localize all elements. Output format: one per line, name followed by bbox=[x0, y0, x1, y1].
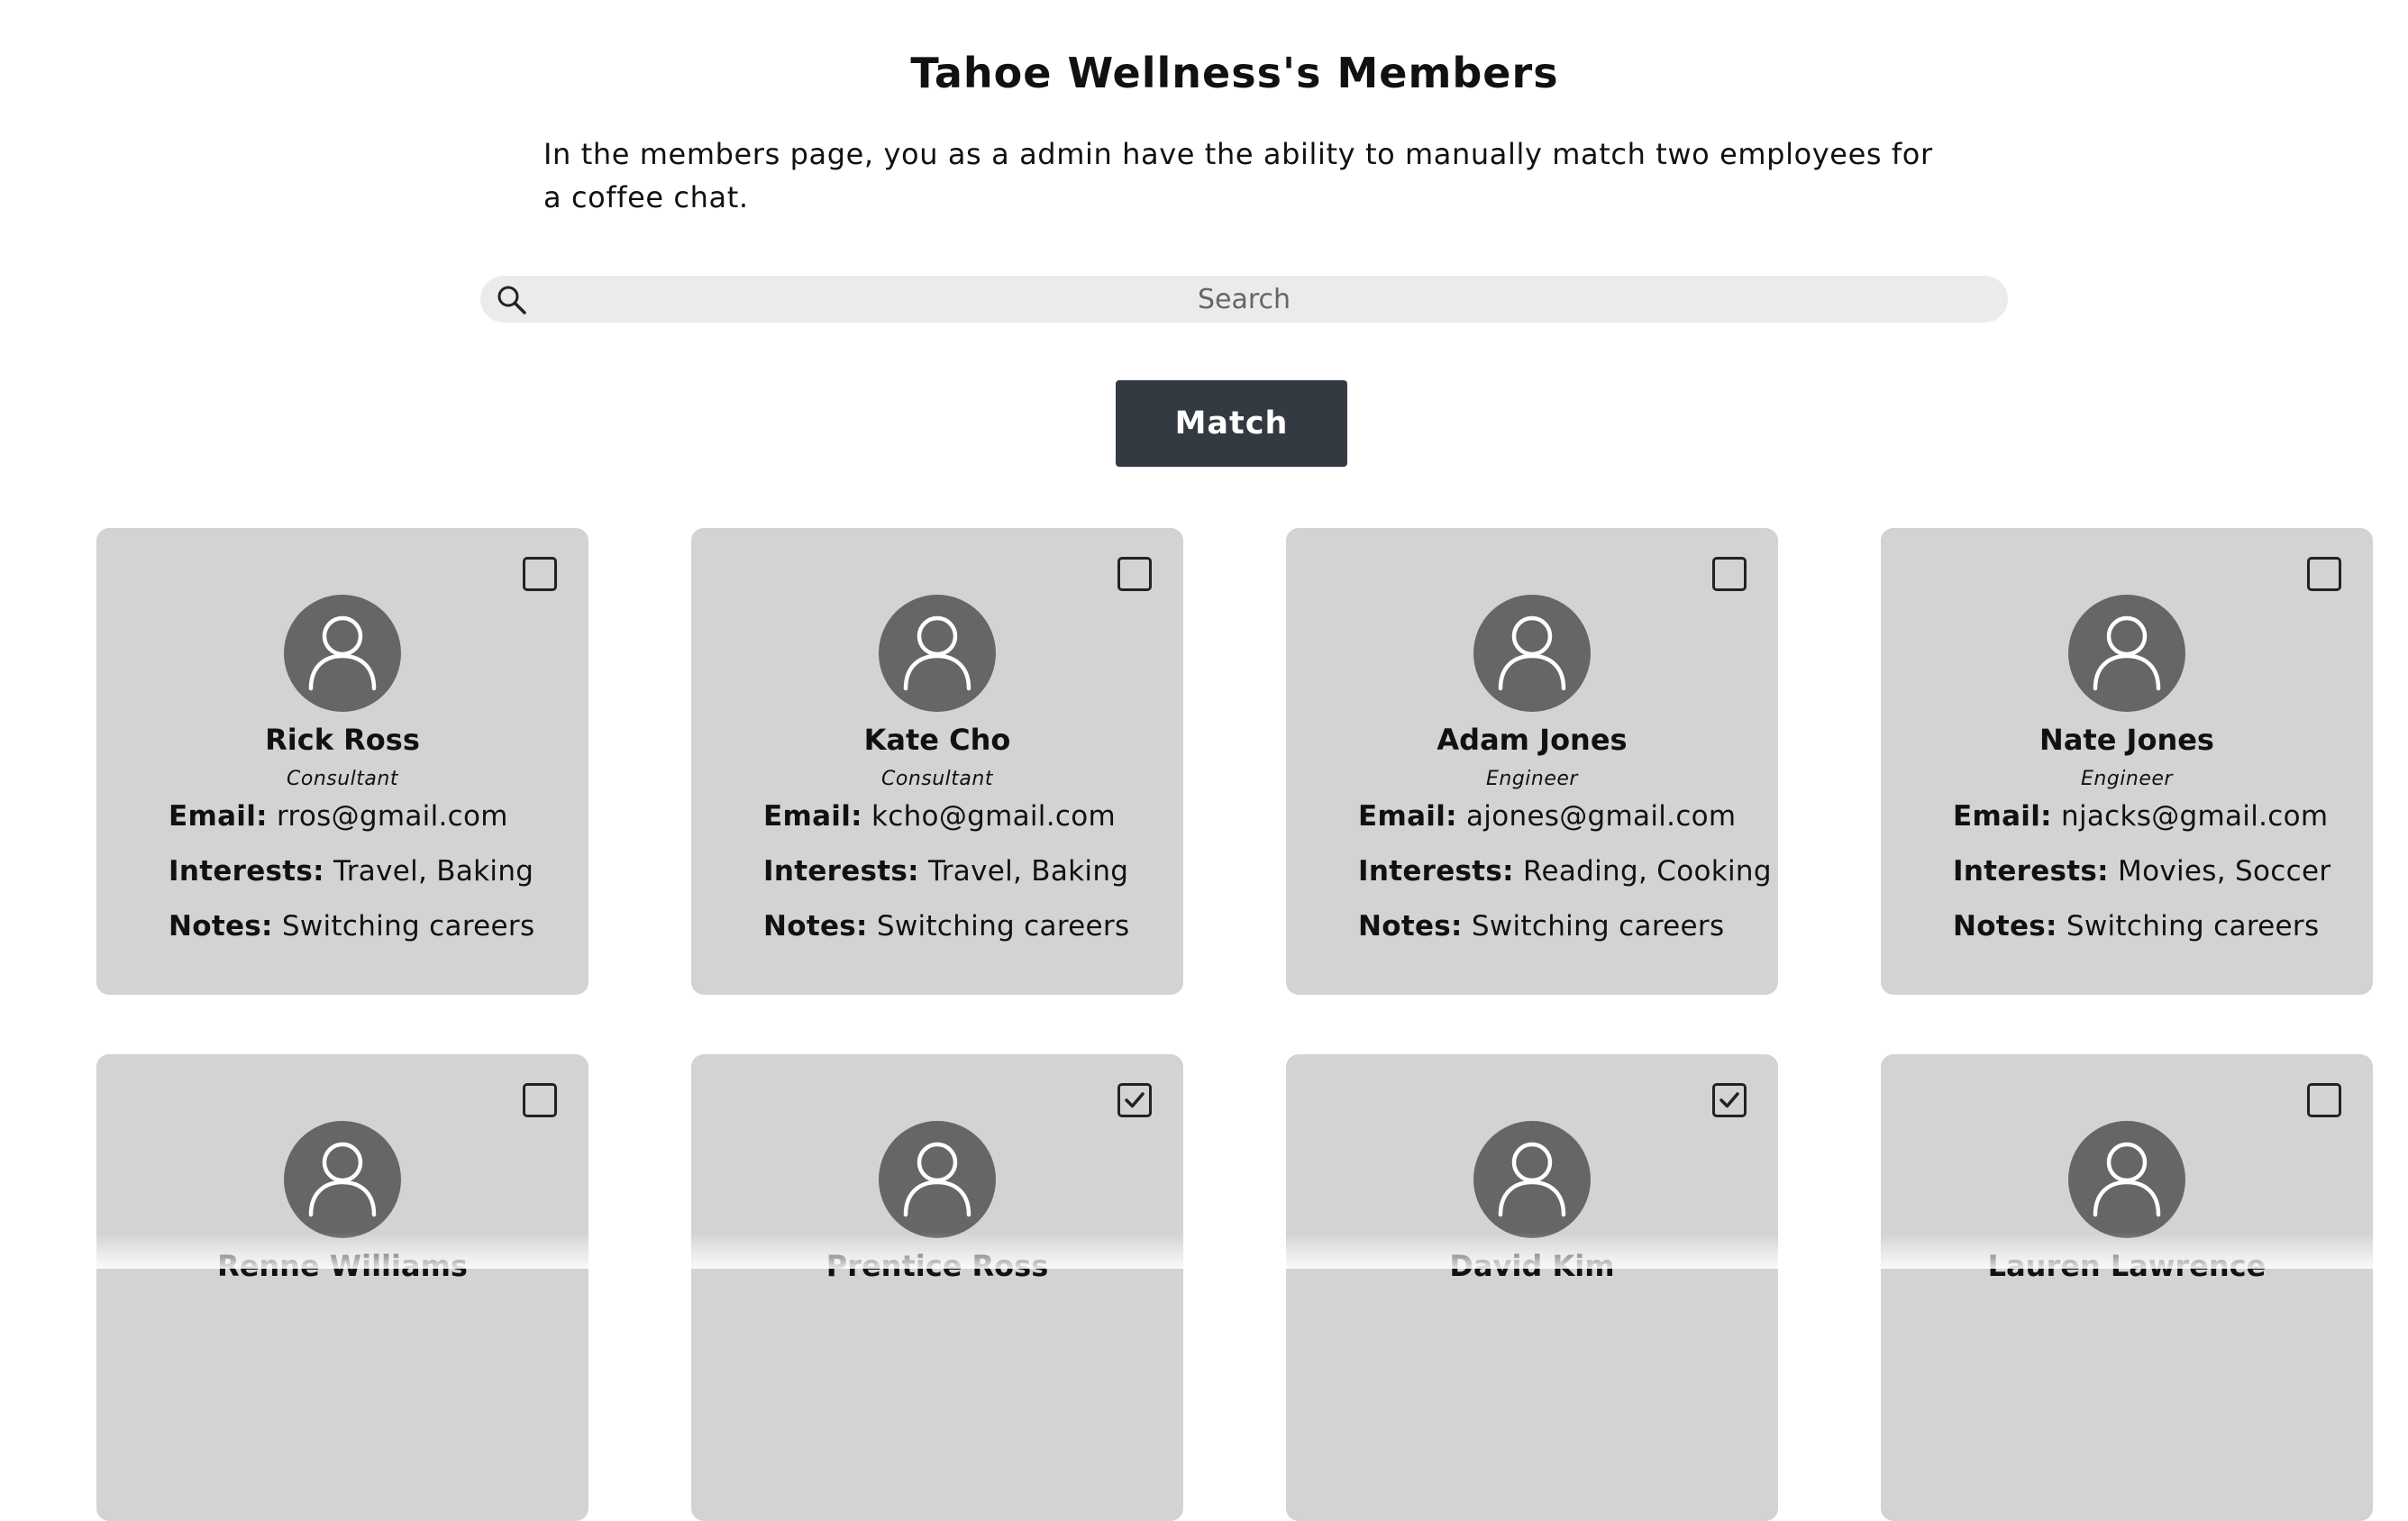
email-value[interactable]: kcho@gmail.com bbox=[871, 800, 1116, 833]
interests-value: Travel, Baking bbox=[928, 855, 1129, 888]
member-role: Consultant bbox=[881, 768, 993, 790]
email-label: Email: bbox=[1358, 800, 1457, 833]
member-name: Rick Ross bbox=[265, 723, 420, 757]
notes-value: Switching careers bbox=[876, 910, 1130, 943]
member-name: Prentice Ross bbox=[825, 1249, 1049, 1283]
member-card[interactable]: Nate Jones Engineer Email: njacks@gmail.co… bbox=[1881, 528, 2373, 995]
member-email: Email: kcho@gmail.com bbox=[763, 800, 1116, 833]
member-name: Renne Williams bbox=[217, 1249, 468, 1283]
search-bar[interactable] bbox=[480, 276, 2008, 323]
interests-value: Reading, Cooking bbox=[1523, 855, 1772, 888]
member-card[interactable]: Adam Jones Engineer Email: ajones@gmail.co… bbox=[1286, 528, 1778, 995]
avatar bbox=[2068, 1121, 2185, 1238]
member-name: Kate Cho bbox=[863, 723, 1011, 757]
member-email: Email: ajones@gmail.com bbox=[1358, 800, 1736, 833]
notes-value: Switching careers bbox=[1471, 910, 1725, 943]
notes-value: Switching careers bbox=[2066, 910, 2320, 943]
select-checkbox[interactable] bbox=[2307, 557, 2341, 591]
user-icon bbox=[2093, 615, 2161, 691]
avatar bbox=[284, 1121, 401, 1238]
member-card[interactable]: Prentice Ross bbox=[691, 1054, 1183, 1521]
match-button[interactable]: Match bbox=[1116, 380, 1347, 467]
user-icon bbox=[903, 1142, 971, 1217]
member-card[interactable]: Renne Williams bbox=[96, 1054, 588, 1521]
select-checkbox[interactable] bbox=[523, 557, 557, 591]
interests-value: Travel, Baking bbox=[333, 855, 534, 888]
notes-label: Notes: bbox=[763, 910, 868, 943]
search-icon bbox=[495, 283, 529, 317]
member-notes: Notes: Switching careers bbox=[763, 910, 1129, 943]
page-description: In the members page, you as a admin have… bbox=[543, 137, 1933, 214]
email-label: Email: bbox=[169, 800, 268, 833]
interests-label: Interests: bbox=[169, 855, 324, 888]
notes-value: Switching careers bbox=[281, 910, 535, 943]
search-input[interactable] bbox=[534, 276, 1954, 323]
avatar bbox=[1473, 595, 1591, 712]
interests-label: Interests: bbox=[1953, 855, 2109, 888]
member-card[interactable]: Rick Ross Consultant Email: rros@gmail.com… bbox=[96, 528, 588, 995]
avatar bbox=[1473, 1121, 1591, 1238]
avatar bbox=[2068, 595, 2185, 712]
avatar bbox=[879, 595, 996, 712]
member-name: Nate Jones bbox=[2039, 723, 2214, 757]
notes-label: Notes: bbox=[1953, 910, 2057, 943]
select-checkbox[interactable] bbox=[1117, 1083, 1152, 1117]
user-icon bbox=[2093, 1142, 2161, 1217]
member-role: Engineer bbox=[1486, 768, 1578, 790]
select-checkbox[interactable] bbox=[1712, 557, 1747, 591]
member-email: Email: rros@gmail.com bbox=[169, 800, 508, 833]
member-interests: Interests: Travel, Baking bbox=[763, 855, 1128, 888]
select-checkbox[interactable] bbox=[2307, 1083, 2341, 1117]
interests-label: Interests: bbox=[763, 855, 919, 888]
avatar bbox=[879, 1121, 996, 1238]
email-label: Email: bbox=[1953, 800, 2052, 833]
user-icon bbox=[1498, 1142, 1566, 1217]
notes-label: Notes: bbox=[169, 910, 273, 943]
interests-label: Interests: bbox=[1358, 855, 1514, 888]
member-role: Consultant bbox=[287, 768, 398, 790]
email-value[interactable]: rros@gmail.com bbox=[277, 800, 508, 833]
member-name: Adam Jones bbox=[1437, 723, 1628, 757]
member-role: Engineer bbox=[2081, 768, 2173, 790]
member-notes: Notes: Switching careers bbox=[1953, 910, 2319, 943]
email-value[interactable]: ajones@gmail.com bbox=[1466, 800, 1736, 833]
member-interests: Interests: Reading, Cooking bbox=[1358, 855, 1772, 888]
interests-value: Movies, Soccer bbox=[2118, 855, 2331, 888]
checkmark-icon bbox=[1125, 1092, 1145, 1108]
member-notes: Notes: Switching careers bbox=[169, 910, 534, 943]
user-icon bbox=[308, 615, 377, 691]
member-card[interactable]: Kate Cho Consultant Email: kcho@gmail.com I… bbox=[691, 528, 1183, 995]
member-email: Email: njacks@gmail.com bbox=[1953, 800, 2328, 833]
user-icon bbox=[903, 615, 971, 691]
avatar bbox=[284, 595, 401, 712]
member-notes: Notes: Switching careers bbox=[1358, 910, 1724, 943]
member-interests: Interests: Travel, Baking bbox=[169, 855, 534, 888]
checkmark-icon bbox=[1719, 1092, 1739, 1108]
member-card[interactable]: David Kim bbox=[1286, 1054, 1778, 1521]
member-name: Lauren Lawrence bbox=[1987, 1249, 2267, 1283]
select-checkbox[interactable] bbox=[523, 1083, 557, 1117]
select-checkbox[interactable] bbox=[1712, 1083, 1747, 1117]
page-title: Tahoe Wellness's Members bbox=[910, 49, 1559, 97]
member-interests: Interests: Movies, Soccer bbox=[1953, 855, 2330, 888]
member-name: David Kim bbox=[1449, 1249, 1615, 1283]
email-value[interactable]: njacks@gmail.com bbox=[2061, 800, 2328, 833]
select-checkbox[interactable] bbox=[1117, 557, 1152, 591]
email-label: Email: bbox=[763, 800, 862, 833]
user-icon bbox=[1498, 615, 1566, 691]
user-icon bbox=[308, 1142, 377, 1217]
notes-label: Notes: bbox=[1358, 910, 1463, 943]
member-card[interactable]: Lauren Lawrence bbox=[1881, 1054, 2373, 1521]
